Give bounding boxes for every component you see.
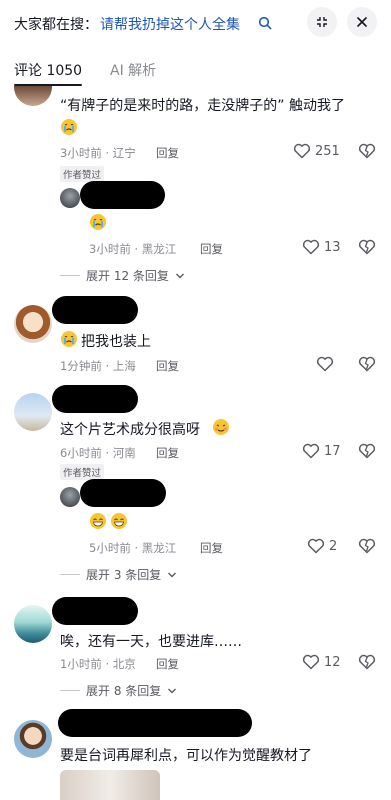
close-icon[interactable] [347, 7, 377, 37]
comment-text: 这个片艺术成分很高呀 [60, 422, 200, 438]
like-button[interactable]: 13 [302, 239, 341, 255]
reply-button[interactable]: 回复 [156, 358, 179, 374]
redacted-username [80, 479, 166, 507]
heart-icon [316, 356, 334, 372]
expand-replies-button[interactable]: 展开 3 条回复 [60, 566, 177, 583]
crying-emoji-icon [89, 213, 107, 235]
like-button[interactable]: 2 [307, 538, 337, 554]
avatar[interactable] [60, 188, 80, 208]
avatar[interactable] [14, 305, 52, 343]
redacted-username [58, 709, 252, 737]
tab-comments[interactable]: 评论 1050 [14, 60, 83, 86]
avatar[interactable] [60, 487, 80, 507]
tab-ai-analysis[interactable]: AI 解析 [110, 60, 156, 80]
heart-icon [307, 538, 325, 554]
heart-icon [293, 143, 311, 159]
hot-face-emoji-icon [212, 418, 230, 440]
comment-text: “有牌子的是来时的路，走没牌子的” 触动我了 [60, 98, 345, 114]
search-suggestion-bar: 大家都在搜： 请帮我扔掉这个人全集 [0, 0, 391, 48]
search-suggestion-link[interactable]: 请帮我扔掉这个人全集 [100, 14, 240, 34]
dislike-heart-icon[interactable] [358, 356, 376, 376]
dislike-heart-icon[interactable] [358, 443, 376, 463]
divider-line [60, 690, 80, 691]
comment-text: 要是台词再犀利点，可以作为觉醒教材了 [60, 748, 312, 764]
heart-icon [302, 443, 320, 459]
expand-replies-label: 展开 12 条回复 [86, 269, 169, 283]
like-count: 12 [324, 654, 341, 670]
collapse-icon[interactable] [307, 7, 337, 37]
like-button[interactable]: 17 [302, 443, 341, 459]
dislike-heart-icon[interactable] [358, 654, 376, 674]
like-button[interactable] [316, 356, 338, 372]
reply-button[interactable]: 回复 [156, 145, 179, 161]
divider-line [60, 574, 80, 575]
crying-emoji-icon [60, 330, 78, 352]
comment-text: 唉，还有一天，也要进库…… [60, 634, 242, 650]
comment-text: 把我也装上 [81, 334, 151, 350]
comment-time-location: 3小时前 · 辽宁 [60, 146, 136, 160]
comment-time-location: 1小时前 · 北京 [60, 657, 136, 671]
reply-time-location: 5小时前 · 黑龙江 [89, 541, 177, 555]
expand-replies-button[interactable]: 展开 8 条回复 [60, 682, 177, 699]
heart-icon [302, 239, 320, 255]
reply-button[interactable]: 回复 [200, 241, 223, 257]
dislike-heart-icon[interactable] [358, 538, 376, 558]
comment-time-location: 6小时前 · 河南 [60, 446, 136, 460]
search-icon[interactable] [258, 15, 272, 34]
dislike-heart-icon[interactable] [358, 143, 376, 163]
reply-button[interactable]: 回复 [156, 445, 179, 461]
redacted-username [80, 181, 165, 209]
heart-icon [302, 654, 320, 670]
author-liked-badge: 作者赞过 [60, 464, 105, 480]
comment-tabs: 评论 1050 AI 解析 [0, 52, 391, 86]
redacted-username [52, 385, 138, 413]
crying-emoji-icon [60, 118, 78, 140]
reply-time-location: 3小时前 · 黑龙江 [89, 242, 177, 256]
author-liked-badge: 作者赞过 [60, 166, 105, 182]
avatar[interactable] [14, 720, 52, 758]
comment-image-thumbnail[interactable] [60, 770, 160, 800]
like-count: 2 [329, 538, 338, 554]
avatar[interactable] [14, 86, 52, 106]
chevron-down-icon [168, 688, 177, 693]
chevron-down-icon [175, 273, 184, 278]
redacted-username [52, 597, 138, 625]
reply-button[interactable]: 回复 [156, 656, 179, 672]
like-count: 17 [324, 443, 341, 459]
like-count: 251 [315, 143, 340, 159]
comment-time-location: 1分钟前 · 上海 [60, 359, 136, 373]
expand-replies-button[interactable]: 展开 12 条回复 [60, 267, 185, 284]
like-count: 13 [324, 239, 341, 255]
expand-replies-label: 展开 8 条回复 [86, 684, 162, 698]
like-button[interactable]: 12 [302, 654, 341, 670]
like-button[interactable]: 251 [293, 143, 340, 159]
reply-button[interactable]: 回复 [200, 540, 223, 556]
divider-line [60, 275, 80, 276]
dislike-heart-icon[interactable] [358, 239, 376, 259]
avatar[interactable] [14, 605, 52, 643]
grinning-face-emoji-icon [89, 512, 129, 534]
search-prefix-label: 大家都在搜： [14, 17, 98, 33]
expand-replies-label: 展开 3 条回复 [86, 568, 162, 582]
redacted-username [52, 296, 138, 324]
avatar[interactable] [14, 393, 52, 431]
chevron-down-icon [168, 572, 177, 577]
